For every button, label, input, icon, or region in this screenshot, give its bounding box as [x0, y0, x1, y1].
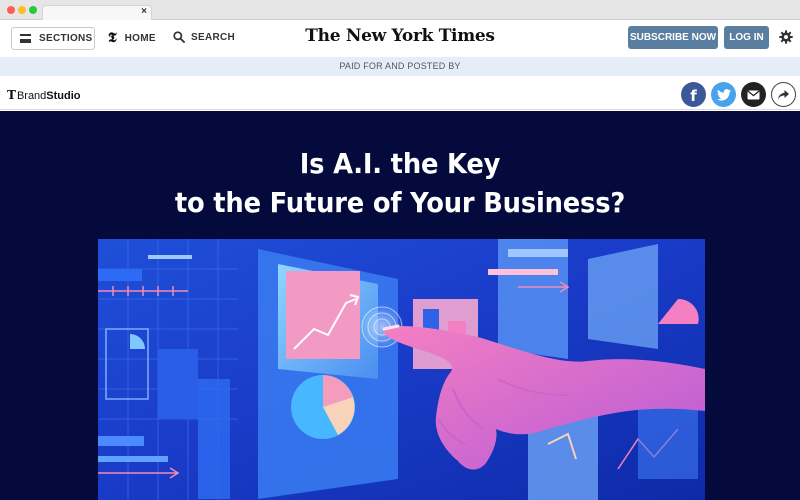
- brand-word-studio: Studio: [46, 90, 81, 102]
- twitter-share-button[interactable]: [711, 82, 736, 107]
- minimize-window-button[interactable]: [18, 6, 26, 14]
- subscribe-button[interactable]: SUBSCRIBE NOW: [628, 26, 718, 49]
- home-label: HOME: [124, 32, 156, 44]
- article-headline: Is A.I. the Key to the Future of Your Bu…: [32, 144, 768, 222]
- gear-icon[interactable]: [779, 30, 793, 44]
- hamburger-icon: [20, 34, 31, 43]
- share-arrow-icon: [778, 89, 789, 99]
- sections-button[interactable]: SECTIONS: [11, 27, 95, 50]
- brand-studio-bar: T Brand Studio f: [0, 76, 800, 110]
- home-link[interactable]: 𝕿 HOME: [108, 31, 156, 45]
- twitter-icon: [716, 88, 731, 101]
- email-share-button[interactable]: [741, 82, 766, 107]
- nyt-masthead-logo[interactable]: The New York Times: [300, 26, 500, 46]
- search-icon: [173, 31, 185, 43]
- hero-illustration: [98, 239, 705, 500]
- facebook-share-button[interactable]: f: [681, 82, 706, 107]
- search-label: SEARCH: [191, 31, 236, 43]
- search-link[interactable]: SEARCH: [173, 31, 235, 43]
- tab-close-icon[interactable]: ×: [141, 5, 147, 19]
- browser-tab[interactable]: ×: [42, 5, 152, 20]
- site-header: SECTIONS 𝕿 HOME SEARCH The New York Time…: [0, 21, 800, 57]
- maximize-window-button[interactable]: [29, 6, 37, 14]
- brand-studio-logo[interactable]: T Brand Studio: [7, 88, 81, 102]
- brand-t-glyph: T: [7, 88, 16, 102]
- more-share-button[interactable]: [771, 82, 796, 107]
- headline-line-2: to the Future of Your Business?: [174, 186, 626, 219]
- login-button[interactable]: LOG IN: [724, 26, 769, 49]
- browser-titlebar: ×: [0, 0, 800, 20]
- headline-line-1: Is A.I. the Key: [299, 147, 501, 180]
- sections-label: SECTIONS: [39, 33, 93, 44]
- close-window-button[interactable]: [7, 6, 15, 14]
- brand-word-brand: Brand: [16, 90, 47, 102]
- paid-for-banner: PAID FOR AND POSTED BY: [0, 57, 800, 76]
- hero-section: Is A.I. the Key to the Future of Your Bu…: [0, 111, 800, 500]
- email-icon: [747, 89, 760, 99]
- facebook-icon: f: [690, 86, 697, 105]
- nyt-t-logo-icon: 𝕿: [108, 30, 117, 46]
